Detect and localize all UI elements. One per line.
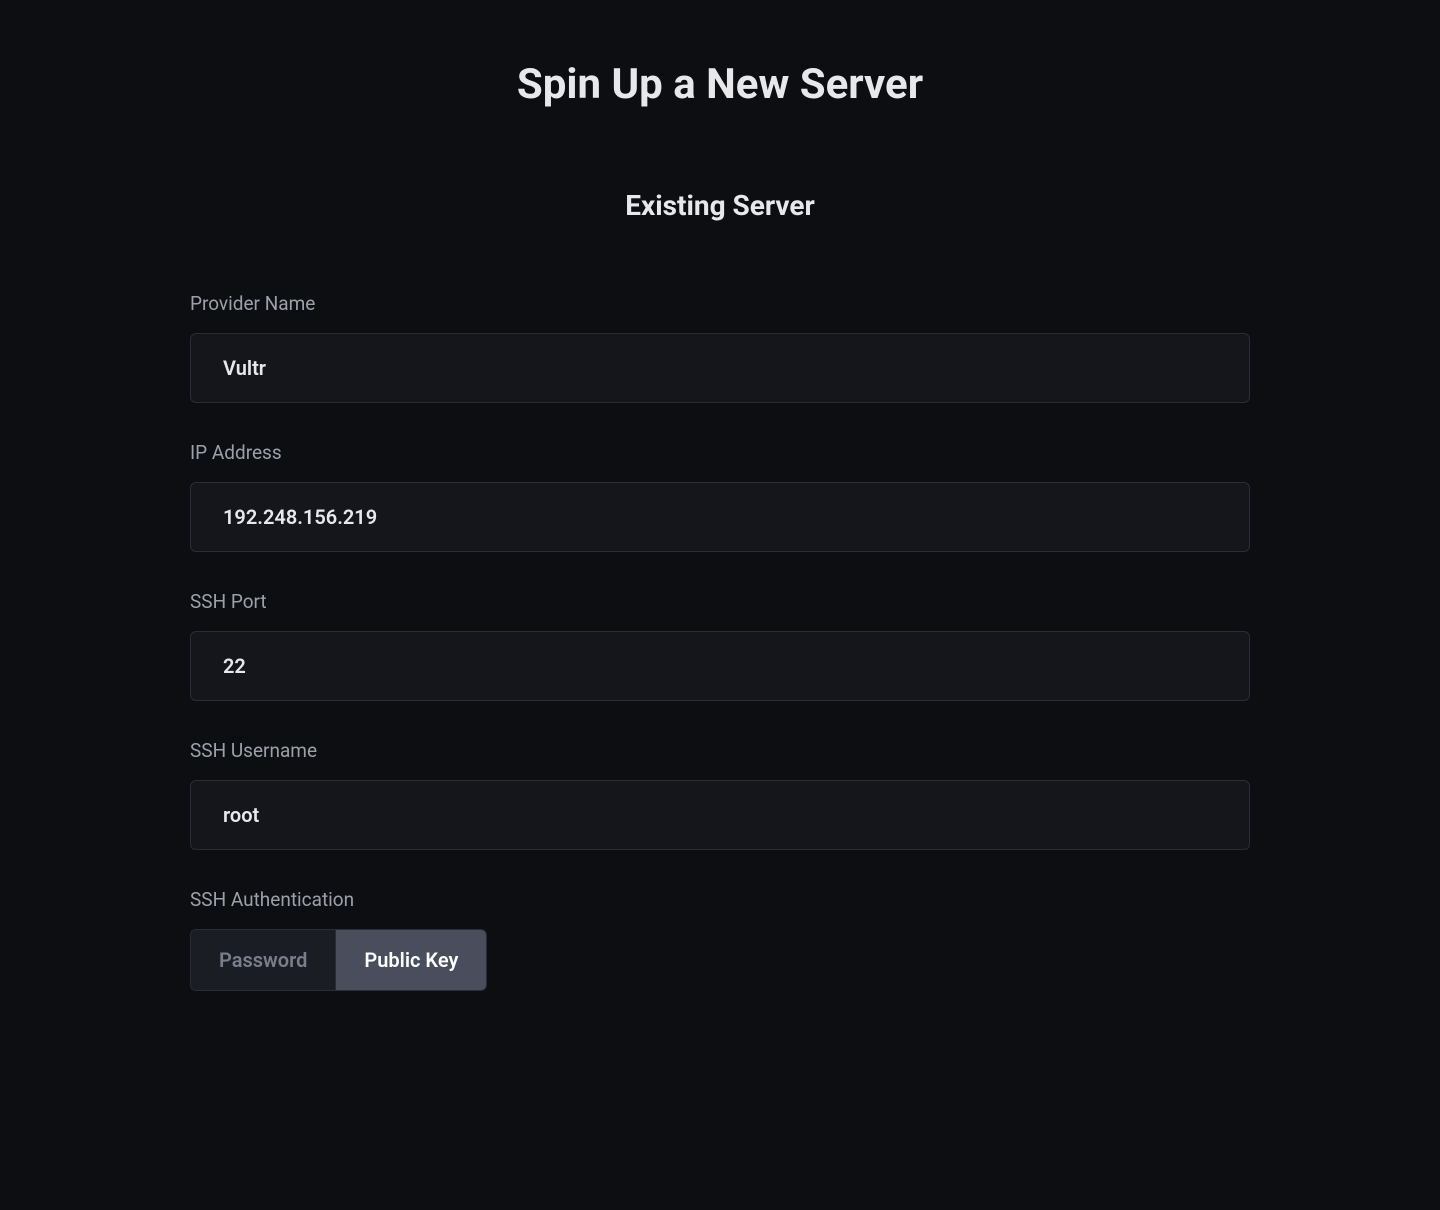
- page-title: Spin Up a New Server: [190, 60, 1250, 109]
- ssh-port-label: SSH Port: [190, 590, 1250, 613]
- ssh-auth-option-password[interactable]: Password: [191, 930, 336, 990]
- ssh-auth-label: SSH Authentication: [190, 888, 1250, 911]
- form-group-ssh-username: SSH Username: [190, 739, 1250, 850]
- ssh-port-input[interactable]: [190, 631, 1250, 701]
- provider-name-input[interactable]: [190, 333, 1250, 403]
- ssh-username-input[interactable]: [190, 780, 1250, 850]
- section-title: Existing Server: [190, 189, 1250, 222]
- ssh-auth-option-public-key[interactable]: Public Key: [336, 930, 486, 990]
- form-group-ssh-auth: SSH Authentication Password Public Key: [190, 888, 1250, 991]
- ip-address-input[interactable]: [190, 482, 1250, 552]
- provider-name-label: Provider Name: [190, 292, 1250, 315]
- ssh-username-label: SSH Username: [190, 739, 1250, 762]
- form-group-provider-name: Provider Name: [190, 292, 1250, 403]
- form-group-ip-address: IP Address: [190, 441, 1250, 552]
- ip-address-label: IP Address: [190, 441, 1250, 464]
- ssh-auth-toggle-group: Password Public Key: [190, 929, 487, 991]
- form-group-ssh-port: SSH Port: [190, 590, 1250, 701]
